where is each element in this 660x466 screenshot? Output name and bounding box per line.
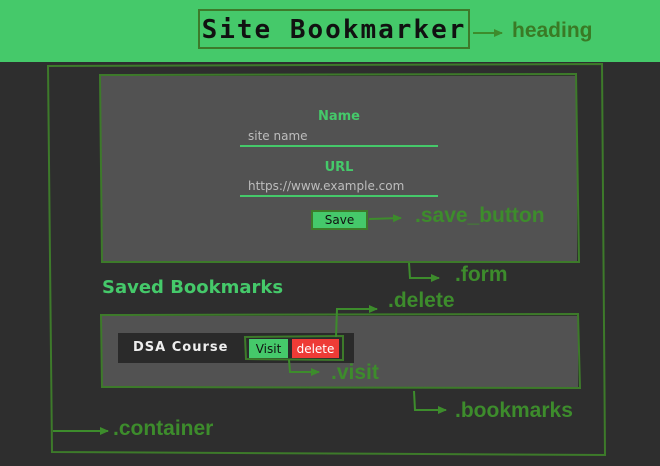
- annotation-heading: heading: [512, 19, 593, 42]
- delete-button[interactable]: delete: [292, 339, 339, 358]
- annotation-bookmarks: .bookmarks: [455, 399, 573, 422]
- site-title: Site Bookmarker: [198, 9, 470, 49]
- bookmark-name: DSA Course: [133, 340, 229, 355]
- site-name-input[interactable]: [240, 127, 438, 147]
- saved-bookmarks-heading: Saved Bookmarks: [102, 277, 284, 298]
- visit-button[interactable]: Visit: [249, 339, 288, 358]
- annotation-container: .container: [113, 417, 214, 440]
- site-url-input[interactable]: [240, 177, 438, 197]
- name-label: Name: [317, 109, 360, 124]
- annotation-visit: .visit: [331, 361, 379, 384]
- annotation-save-button: .save_button: [415, 204, 545, 227]
- url-label: URL: [324, 160, 354, 175]
- save-button[interactable]: Save: [311, 210, 368, 230]
- annotation-form: .form: [455, 263, 508, 286]
- annotation-delete: .delete: [388, 289, 455, 312]
- form-arrow: [408, 262, 440, 282]
- bookmarks-arrow: [413, 390, 447, 414]
